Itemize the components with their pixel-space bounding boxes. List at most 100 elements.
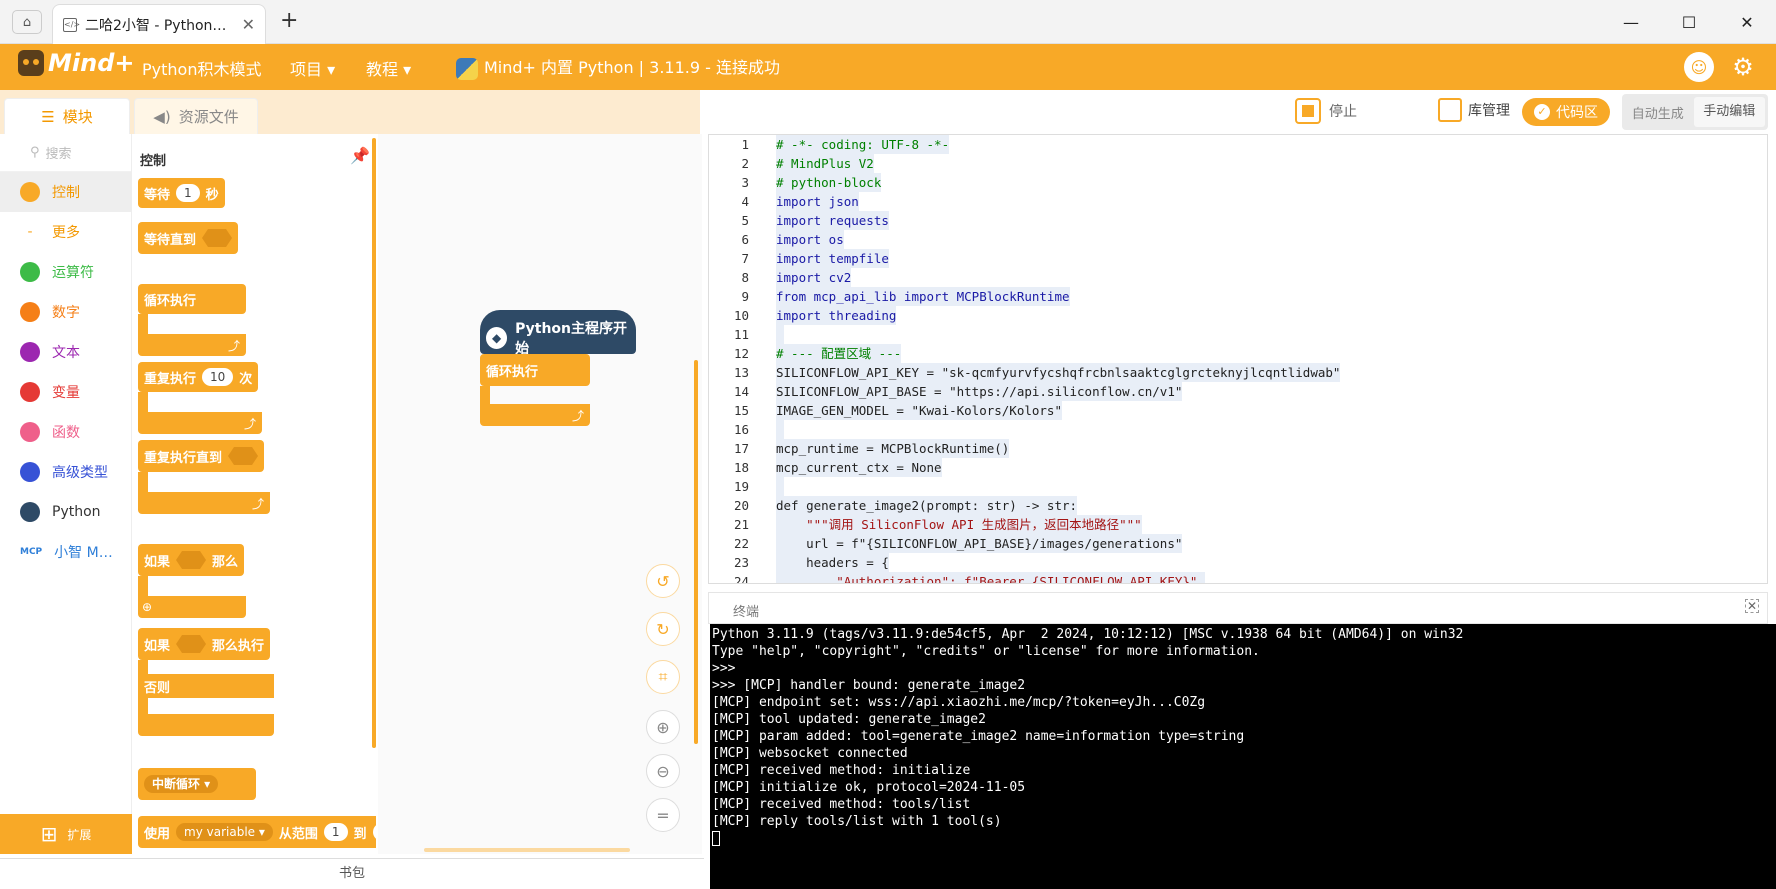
- code-line[interactable]: 24 "Authorization": f"Bearer {SILICONFLO…: [709, 572, 1767, 584]
- library-manager-button[interactable]: 库管理: [1438, 98, 1510, 122]
- code-line[interactable]: 14 SILICONFLOW_API_BASE = "https://api.si…: [709, 382, 1767, 401]
- code-line[interactable]: 23 headers = {: [709, 553, 1767, 572]
- zoom-reset-icon[interactable]: =: [646, 798, 680, 832]
- range-end-input[interactable]: 10: [372, 823, 376, 841]
- code-line[interactable]: 15 IMAGE_GEN_MODEL = "Kwai-Kolors/Kolors": [709, 401, 1767, 420]
- home-icon[interactable]: ⌂: [12, 10, 42, 34]
- code-line[interactable]: 5 import requests: [709, 211, 1767, 230]
- code-line[interactable]: 16: [709, 420, 1767, 439]
- code-line[interactable]: 21 """调用 SiliconFlow API 生成图片，返回本地路径""": [709, 515, 1767, 534]
- zoom-in-icon[interactable]: ⊕: [646, 710, 680, 744]
- code-line[interactable]: 9 from mcp_api_lib import MCPBlockRuntime: [709, 287, 1767, 306]
- new-tab-button[interactable]: +: [280, 8, 298, 33]
- tab-modules[interactable]: ☰ 模块: [4, 98, 130, 134]
- gear-icon[interactable]: ⚙: [1728, 52, 1758, 82]
- stop-button[interactable]: 停止: [1295, 98, 1357, 124]
- block-workspace[interactable]: [378, 134, 702, 854]
- code-line[interactable]: 18 mcp_current_ctx = None: [709, 458, 1767, 477]
- code-line[interactable]: 2 # MindPlus V2: [709, 154, 1767, 173]
- code-line[interactable]: 10 import threading: [709, 306, 1767, 325]
- close-terminal-icon[interactable]: ✕: [1745, 599, 1759, 613]
- code-line[interactable]: 19: [709, 477, 1767, 496]
- condition-slot[interactable]: [228, 447, 259, 465]
- variable-dropdown[interactable]: my variable ▾: [176, 823, 273, 841]
- close-tab-icon[interactable]: ✕: [242, 15, 255, 34]
- zoom-out-icon[interactable]: ⊖: [646, 754, 680, 788]
- code-line[interactable]: 20 def generate_image2(prompt: str) -> st…: [709, 496, 1767, 515]
- code-area-toggle[interactable]: ✓ 代码区: [1522, 98, 1610, 126]
- code-line[interactable]: 13 SILICONFLOW_API_KEY = "sk-qcmfyurvfycs…: [709, 363, 1767, 382]
- category-text[interactable]: 文本: [0, 332, 131, 372]
- backpack-bar[interactable]: 书包: [0, 858, 704, 889]
- pin-icon[interactable]: 📌: [350, 146, 370, 165]
- for-range-block[interactable]: 使用 my variable ▾ 从范围 1 到 10 每隔 1: [138, 816, 376, 848]
- category-variable[interactable]: 变量: [0, 372, 131, 412]
- category-number[interactable]: 数字: [0, 292, 131, 332]
- repeat-until-block[interactable]: 重复执行直到: [138, 440, 265, 472]
- range-start-input[interactable]: 1: [323, 823, 348, 841]
- repeat-count-input[interactable]: 10: [202, 368, 234, 386]
- tab-resources[interactable]: ◀) 资源文件: [134, 98, 258, 134]
- category-control[interactable]: 控制: [0, 172, 131, 212]
- code-editor[interactable]: 1 # -*- coding: UTF-8 -*- 2 # MindPlus V2 3 #…: [708, 134, 1768, 584]
- browser-tab[interactable]: </> 二哈2小智 - Python… ✕: [52, 4, 266, 44]
- wait-until-block[interactable]: 等待直到: [138, 222, 239, 254]
- category-operators[interactable]: 运算符: [0, 252, 131, 292]
- code-line[interactable]: 3 # python-block: [709, 173, 1767, 192]
- maximize-button[interactable]: ☐: [1660, 0, 1718, 44]
- project-menu[interactable]: 项目 ▾: [290, 56, 335, 80]
- crop-icon[interactable]: ⌗: [646, 660, 680, 694]
- break-dropdown[interactable]: 中断循环 ▾: [144, 775, 219, 793]
- code-line[interactable]: 6 import os: [709, 230, 1767, 249]
- if-else-block[interactable]: 如果 那么执行: [138, 628, 271, 660]
- code-line[interactable]: 1 # -*- coding: UTF-8 -*-: [709, 135, 1767, 154]
- forever-block-placed[interactable]: 循环执行: [480, 354, 590, 386]
- code-line[interactable]: 12 # --- 配置区域 ---: [709, 344, 1767, 363]
- code-line[interactable]: 17 mcp_runtime = MCPBlockRuntime(): [709, 439, 1767, 458]
- wait-block[interactable]: 等待 1 秒: [138, 178, 225, 208]
- terminal-output[interactable]: Python 3.11.9 (tags/v3.11.9:de54cf5, Apr…: [710, 624, 1776, 889]
- condition-slot[interactable]: [176, 551, 207, 569]
- code-line[interactable]: 7 import tempfile: [709, 249, 1767, 268]
- minimize-button[interactable]: —: [1602, 0, 1660, 44]
- python-connection-status[interactable]: Mind+ 内置 Python | 3.11.9 - 连接成功: [456, 54, 780, 80]
- condition-slot[interactable]: [176, 635, 207, 653]
- robot-assistant-icon[interactable]: ☺: [1684, 52, 1714, 82]
- condition-slot[interactable]: [202, 229, 233, 247]
- category-function[interactable]: 函数: [0, 412, 131, 452]
- python-main-hat-block[interactable]: ◆ Python主程序开始: [480, 310, 636, 357]
- category-python[interactable]: Python: [0, 492, 131, 532]
- terminal-prompt[interactable]: [712, 830, 1774, 847]
- manual-edit-button[interactable]: 手动编辑: [1693, 97, 1765, 127]
- code-text: # python-block: [776, 173, 882, 192]
- tutorial-menu[interactable]: 教程 ▾: [366, 56, 411, 80]
- undo-icon[interactable]: ↺: [646, 564, 680, 598]
- if-then-block[interactable]: 如果 那么: [138, 544, 245, 576]
- forever-block[interactable]: 循环执行: [138, 284, 246, 314]
- category-more[interactable]: - 更多: [0, 212, 131, 252]
- workspace-vertical-scrollbar[interactable]: [694, 360, 698, 744]
- category-dot: [20, 302, 40, 322]
- mode-label[interactable]: Python积木模式: [142, 56, 261, 80]
- wait-seconds-input[interactable]: 1: [176, 184, 200, 202]
- category-advanced-types[interactable]: 高级类型: [0, 452, 131, 492]
- category-xiaozhi-mcp[interactable]: MCP 小智 M…: [0, 532, 131, 572]
- code-line[interactable]: 22 url = f"{SILICONFLOW_API_BASE}/images…: [709, 534, 1767, 553]
- code-line[interactable]: 11: [709, 325, 1767, 344]
- auto-generate-button[interactable]: 自动生成: [1622, 103, 1694, 122]
- workspace-horizontal-scrollbar[interactable]: [424, 848, 630, 852]
- line-number: 24: [733, 574, 749, 584]
- redo-icon[interactable]: ↻: [646, 612, 680, 646]
- extension-button[interactable]: ⊞ 扩展: [0, 814, 132, 854]
- code-line[interactable]: 4 import json: [709, 192, 1767, 211]
- palette-scrollbar[interactable]: [372, 138, 376, 748]
- close-window-button[interactable]: ✕: [1718, 0, 1776, 44]
- category-dot: [20, 262, 40, 282]
- category-label: 高级类型: [52, 465, 108, 481]
- code-line[interactable]: 8 import cv2: [709, 268, 1767, 287]
- add-branch-icon[interactable]: ⊕: [138, 596, 246, 618]
- block-search-input[interactable]: ⚲ 搜索: [0, 134, 131, 172]
- repeat-block[interactable]: 重复执行 10 次: [138, 362, 259, 392]
- break-loop-block[interactable]: 中断循环 ▾: [138, 768, 256, 800]
- terminal-line: [MCP] websocket connected: [712, 746, 908, 761]
